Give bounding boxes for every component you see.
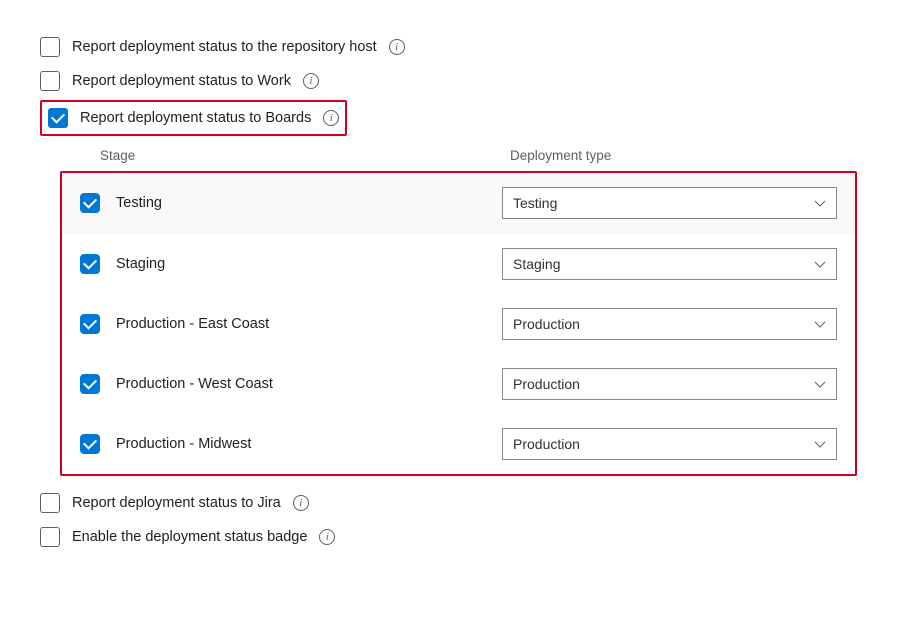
deployment-type-dropdown[interactable]: Production: [502, 368, 837, 400]
chevron-down-icon: [814, 258, 826, 270]
info-icon[interactable]: i: [303, 73, 319, 89]
checkbox-repo-host[interactable]: [40, 37, 60, 57]
option-work: Report deployment status to Work i: [40, 64, 857, 98]
dropdown-value: Production: [513, 316, 580, 332]
chevron-down-icon: [814, 438, 826, 450]
stage-header: Stage Deployment type: [60, 148, 857, 171]
highlight-boards: Report deployment status to Boards i: [40, 100, 347, 136]
checkbox-badge[interactable]: [40, 527, 60, 547]
stage-name: Staging: [116, 256, 486, 272]
checkbox-stage[interactable]: [80, 314, 100, 334]
header-stage: Stage: [100, 148, 510, 163]
deployment-type-dropdown[interactable]: Production: [502, 428, 837, 460]
dropdown-value: Production: [513, 376, 580, 392]
dropdown-value: Production: [513, 436, 580, 452]
option-label: Enable the deployment status badge: [72, 529, 307, 545]
option-jira: Report deployment status to Jira i: [40, 486, 857, 520]
info-icon[interactable]: i: [293, 495, 309, 511]
checkbox-stage[interactable]: [80, 254, 100, 274]
option-label: Report deployment status to Work: [72, 73, 291, 89]
dropdown-value: Testing: [513, 195, 557, 211]
option-badge: Enable the deployment status badge i: [40, 520, 857, 554]
checkbox-stage[interactable]: [80, 374, 100, 394]
highlight-stage-table: Testing Testing Staging Staging Producti…: [60, 171, 857, 476]
header-type: Deployment type: [510, 148, 857, 163]
chevron-down-icon: [814, 318, 826, 330]
deployment-type-dropdown[interactable]: Production: [502, 308, 837, 340]
option-label: Report deployment status to Jira: [72, 495, 281, 511]
stage-name: Production - Midwest: [116, 436, 486, 452]
stage-panel: Stage Deployment type Testing Testing St…: [60, 148, 857, 476]
checkbox-stage[interactable]: [80, 434, 100, 454]
checkbox-stage[interactable]: [80, 193, 100, 213]
stage-name: Production - West Coast: [116, 376, 486, 392]
info-icon[interactable]: i: [319, 529, 335, 545]
stage-row: Production - West Coast Production: [62, 354, 855, 414]
stage-name: Production - East Coast: [116, 316, 486, 332]
stage-name: Testing: [116, 195, 486, 211]
chevron-down-icon: [814, 378, 826, 390]
deployment-type-dropdown[interactable]: Staging: [502, 248, 837, 280]
stage-row: Production - East Coast Production: [62, 294, 855, 354]
option-label: Report deployment status to Boards: [80, 110, 311, 126]
chevron-down-icon: [814, 197, 826, 209]
info-icon[interactable]: i: [389, 39, 405, 55]
option-repo-host: Report deployment status to the reposito…: [40, 30, 857, 64]
stage-row: Staging Staging: [62, 234, 855, 294]
option-boards: Report deployment status to Boards i: [48, 106, 339, 130]
checkbox-boards[interactable]: [48, 108, 68, 128]
option-label: Report deployment status to the reposito…: [72, 39, 377, 55]
checkbox-work[interactable]: [40, 71, 60, 91]
info-icon[interactable]: i: [323, 110, 339, 126]
stage-row: Testing Testing: [62, 173, 855, 234]
checkbox-jira[interactable]: [40, 493, 60, 513]
dropdown-value: Staging: [513, 256, 560, 272]
deployment-type-dropdown[interactable]: Testing: [502, 187, 837, 219]
stage-row: Production - Midwest Production: [62, 414, 855, 474]
